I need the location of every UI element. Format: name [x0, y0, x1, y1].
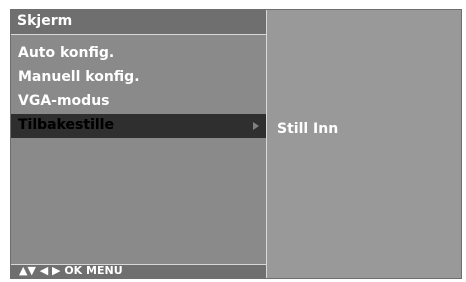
submenu-panel: Still Inn — [267, 10, 461, 278]
menu-item-label: Auto konfig. — [18, 45, 115, 61]
submenu-item-still-inn[interactable]: Still Inn — [277, 120, 338, 138]
chevron-right-icon — [253, 122, 259, 130]
menu-panel: Skjerm Auto konfig. Manuell konfig. VGA-… — [11, 10, 267, 278]
menu-item-manual-config[interactable]: Manuell konfig. — [11, 66, 266, 90]
menu-item-vga-mode[interactable]: VGA-modus — [11, 90, 266, 114]
navigation-hints: ▲▼ ◀ ▶ OK MENU — [11, 264, 266, 278]
menu-item-label: VGA-modus — [18, 93, 110, 109]
menu-item-label: Manuell konfig. — [18, 69, 140, 85]
menu-list: Auto konfig. Manuell konfig. VGA-modus T… — [11, 42, 266, 138]
menu-item-reset[interactable]: Tilbakestille — [11, 114, 266, 138]
navigation-hint-text: ▲▼ ◀ ▶ OK MENU — [19, 264, 123, 277]
menu-item-auto-config[interactable]: Auto konfig. — [11, 42, 266, 66]
menu-header: Skjerm — [11, 10, 266, 35]
menu-title: Skjerm — [17, 13, 73, 29]
menu-item-label: Tilbakestille — [18, 117, 114, 133]
osd-window: Skjerm Auto konfig. Manuell konfig. VGA-… — [10, 9, 462, 279]
